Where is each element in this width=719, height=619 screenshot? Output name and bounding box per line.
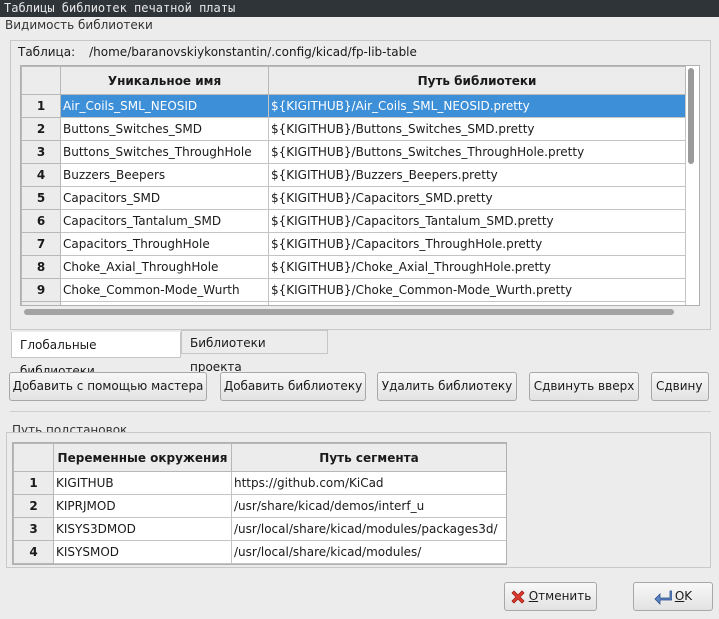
- table-row[interactable]: 9 Choke_Common-Mode_Wurth ${KIGITHUB}/Ch…: [21, 278, 686, 302]
- row-number[interactable]: 2: [13, 494, 54, 518]
- library-path-cell[interactable]: ${KIGITHUB}/Capacitors_SMD.pretty: [268, 186, 686, 210]
- cancel-label: тменить: [538, 589, 592, 603]
- ok-label: K: [684, 589, 693, 603]
- row-number[interactable]: 9: [21, 278, 61, 302]
- column-header-library-path[interactable]: Путь библиотеки: [268, 66, 686, 95]
- ok-accelerator: O: [674, 589, 685, 603]
- cancel-icon: [511, 589, 525, 604]
- enter-arrow-icon: [654, 590, 672, 605]
- row-number[interactable]: 4: [21, 163, 61, 187]
- library-nickname-cell[interactable]: [60, 301, 269, 305]
- separator: [10, 411, 711, 412]
- ok-button[interactable]: OK: [633, 582, 713, 611]
- tab-project-libraries[interactable]: Библиотеки проекта: [181, 330, 328, 374]
- env-var-cell[interactable]: KISYSMOD: [53, 540, 232, 564]
- table-row[interactable]: 3 KISYS3DMOD /usr/local/share/kicad/modu…: [13, 517, 506, 541]
- segment-path-cell[interactable]: /usr/local/share/kicad/modules/packages3…: [231, 517, 506, 541]
- env-var-cell[interactable]: KIPRJMOD: [53, 494, 232, 518]
- window-title: Таблицы библиотек печатной платы: [0, 0, 719, 17]
- cancel-button[interactable]: Отменить: [504, 582, 597, 611]
- library-grid[interactable]: Уникальное имя Путь библиотеки 1 Air_Coi…: [20, 65, 700, 306]
- add-library-button[interactable]: Добавить библиотеку: [220, 372, 366, 401]
- library-nickname-cell[interactable]: Choke_Axial_ThroughHole: [60, 255, 269, 279]
- row-number[interactable]: 3: [21, 140, 61, 164]
- move-up-button[interactable]: Сдвинуть вверх: [529, 372, 639, 401]
- library-path-cell[interactable]: ${KIGITHUB}/Buttons_Switches_SMD.pretty: [268, 117, 686, 141]
- column-header-nickname[interactable]: Уникальное имя: [60, 66, 269, 95]
- table-path-label: Таблица:: [18, 45, 76, 59]
- grid-corner: [21, 66, 61, 95]
- table-row[interactable]: 2 Buttons_Switches_SMD ${KIGITHUB}/Butto…: [21, 117, 686, 141]
- row-number[interactable]: 6: [21, 209, 61, 233]
- table-path-row: Таблица: /home/baranovskiykonstantin/.con…: [18, 45, 417, 59]
- library-path-cell[interactable]: ${KIGITHUB}/Air_Coils_SML_NEOSID.pretty: [268, 94, 686, 118]
- library-nickname-cell[interactable]: Capacitors_Tantalum_SMD: [60, 209, 269, 233]
- row-number[interactable]: [21, 301, 61, 305]
- table-row[interactable]: 3 Buttons_Switches_ThroughHole ${KIGITHU…: [21, 140, 686, 164]
- table-row[interactable]: 1 KIGITHUB https://github.com/KiCad: [13, 471, 506, 495]
- table-row[interactable]: 4 KISYSMOD /usr/local/share/kicad/module…: [13, 540, 506, 564]
- env-var-cell[interactable]: KISYS3DMOD: [53, 517, 232, 541]
- table-row[interactable]: 8 Choke_Axial_ThroughHole ${KIGITHUB}/Ch…: [21, 255, 686, 279]
- library-nickname-cell[interactable]: Buttons_Switches_SMD: [60, 117, 269, 141]
- table-row[interactable]: 2 KIPRJMOD /usr/share/kicad/demos/interf…: [13, 494, 506, 518]
- row-number[interactable]: 1: [21, 94, 61, 118]
- library-path-cell[interactable]: ${KIGITHUB}/Choke_Common-Mode_Wurth.pret…: [268, 278, 686, 302]
- segment-path-cell[interactable]: https://github.com/KiCad: [231, 471, 506, 495]
- table-row[interactable]: [21, 301, 686, 305]
- library-nickname-cell[interactable]: Capacitors_ThroughHole: [60, 232, 269, 256]
- table-row[interactable]: 4 Buzzers_Beepers ${KIGITHUB}/Buzzers_Be…: [21, 163, 686, 187]
- row-number[interactable]: 5: [21, 186, 61, 210]
- library-path-cell[interactable]: [268, 301, 686, 305]
- cancel-accelerator: О: [528, 589, 539, 603]
- row-number[interactable]: 2: [21, 117, 61, 141]
- grid-corner: [13, 443, 54, 472]
- library-nickname-cell[interactable]: Air_Coils_SML_NEOSID: [60, 94, 269, 118]
- row-number[interactable]: 8: [21, 255, 61, 279]
- horizontal-scrollbar[interactable]: [20, 307, 698, 317]
- env-var-cell[interactable]: KIGITHUB: [53, 471, 232, 495]
- add-with-wizard-button[interactable]: Добавить с помощью мастера: [9, 372, 207, 401]
- segment-path-cell[interactable]: /usr/local/share/kicad/modules/: [231, 540, 506, 564]
- library-path-cell[interactable]: ${KIGITHUB}/Capacitors_ThroughHole.prett…: [268, 232, 686, 256]
- library-path-cell[interactable]: ${KIGITHUB}/Buttons_Switches_ThroughHole…: [268, 140, 686, 164]
- column-header-env-var[interactable]: Переменные окружения: [53, 443, 232, 472]
- library-path-cell[interactable]: ${KIGITHUB}/Buzzers_Beepers.pretty: [268, 163, 686, 187]
- column-header-segment-path[interactable]: Путь сегмента: [231, 443, 506, 472]
- row-number[interactable]: 7: [21, 232, 61, 256]
- library-visibility-label: Видимость библиотеки: [5, 18, 153, 32]
- library-nickname-cell[interactable]: Buttons_Switches_ThroughHole: [60, 140, 269, 164]
- library-nickname-cell[interactable]: Buzzers_Beepers: [60, 163, 269, 187]
- row-number[interactable]: 4: [13, 540, 54, 564]
- table-path-value: /home/baranovskiykonstantin/.config/kica…: [89, 45, 417, 59]
- substitution-grid[interactable]: Переменные окружения Путь сегмента 1 KIG…: [12, 442, 507, 565]
- library-nickname-cell[interactable]: Capacitors_SMD: [60, 186, 269, 210]
- horizontal-scrollbar-thumb[interactable]: [24, 309, 674, 315]
- library-path-cell[interactable]: ${KIGITHUB}/Capacitors_Tantalum_SMD.pret…: [268, 209, 686, 233]
- segment-path-cell[interactable]: /usr/share/kicad/demos/interf_u: [231, 494, 506, 518]
- table-row[interactable]: 5 Capacitors_SMD ${KIGITHUB}/Capacitors_…: [21, 186, 686, 210]
- remove-library-button[interactable]: Удалить библиотеку: [377, 372, 517, 401]
- table-row[interactable]: 7 Capacitors_ThroughHole ${KIGITHUB}/Cap…: [21, 232, 686, 256]
- vertical-scrollbar-thumb[interactable]: [688, 68, 694, 164]
- row-number[interactable]: 1: [13, 471, 54, 495]
- library-path-cell[interactable]: ${KIGITHUB}/Choke_Axial_ThroughHole.pret…: [268, 255, 686, 279]
- tab-global-libraries[interactable]: Глобальные библиотеки: [11, 332, 181, 378]
- row-number[interactable]: 3: [13, 517, 54, 541]
- table-row[interactable]: 6 Capacitors_Tantalum_SMD ${KIGITHUB}/Ca…: [21, 209, 686, 233]
- library-nickname-cell[interactable]: Choke_Common-Mode_Wurth: [60, 278, 269, 302]
- move-down-button[interactable]: Сдвину: [651, 372, 709, 401]
- vertical-scrollbar[interactable]: [686, 68, 698, 300]
- table-row[interactable]: 1 Air_Coils_SML_NEOSID ${KIGITHUB}/Air_C…: [21, 94, 686, 118]
